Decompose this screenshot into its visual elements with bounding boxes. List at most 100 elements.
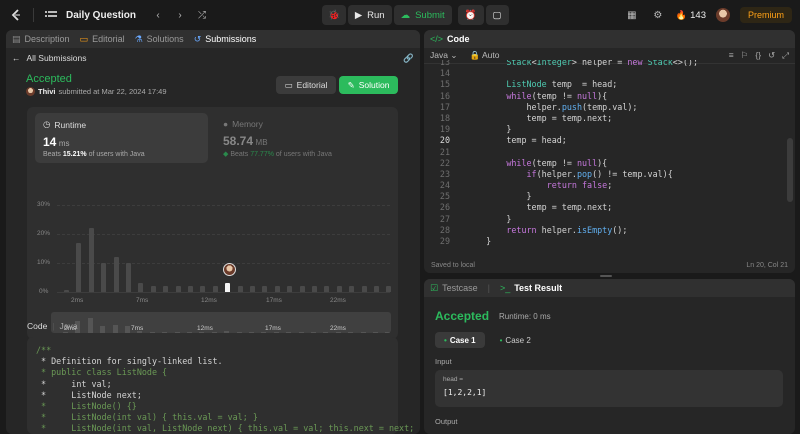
leetcode-logo-icon[interactable] (8, 7, 24, 23)
range-bar (373, 331, 378, 333)
code-text: return helper.isEmpty(); (506, 224, 628, 235)
memory-card[interactable]: ● Memory 58.74 MB ◆ Beats 77.77% of users… (217, 113, 390, 163)
chart-bar[interactable] (113, 257, 119, 292)
problem-list-title[interactable]: Daily Question (66, 10, 136, 21)
chart-bar[interactable] (274, 286, 280, 292)
chart-bar[interactable] (262, 286, 268, 292)
chart-bar[interactable] (250, 286, 255, 292)
next-problem-icon[interactable]: › (172, 5, 188, 25)
editor-line: 22 while(temp != null){ (424, 158, 795, 169)
x-tick-label: 12ms (201, 297, 217, 304)
tab-solutions[interactable]: ⚗ Solutions (135, 34, 184, 44)
submitter-avatar (26, 87, 35, 96)
auto-label: Auto (481, 50, 500, 60)
chart-bar[interactable] (324, 286, 330, 292)
code-label: Code (27, 321, 48, 331)
line-number: 23 (439, 168, 450, 179)
user-avatar[interactable] (715, 8, 730, 22)
prev-problem-icon[interactable]: ‹ (150, 5, 166, 25)
tab-test-result[interactable]: >_ Test Result (500, 283, 562, 293)
chart-bar[interactable] (287, 286, 293, 292)
lock-icon: 🔒 (469, 50, 481, 60)
chart-bar[interactable] (126, 263, 131, 292)
line-number: 26 (439, 202, 450, 213)
code-brackets-icon: </> (430, 34, 444, 44)
beats-suffix: of users with Java (88, 151, 145, 158)
chart-bar[interactable] (64, 290, 69, 292)
chart-bar[interactable] (336, 286, 342, 292)
chart-bar[interactable] (138, 283, 144, 292)
timer-icon[interactable]: ⏰ (457, 5, 484, 25)
editor-scrollbar[interactable] (787, 138, 793, 202)
notes-icon[interactable]: ▢ (485, 5, 509, 25)
editor-line: 18 temp = temp.next; (424, 113, 795, 124)
debug-button[interactable]: 🐞 (322, 5, 346, 25)
range-bar (298, 331, 304, 333)
runtime-label: Runtime (54, 119, 87, 130)
tab-description[interactable]: ▤ Description (12, 34, 70, 44)
chart-bar[interactable] (88, 228, 94, 292)
settings-gear-icon[interactable]: ⚙ (650, 5, 666, 25)
code-text: temp = head; (466, 135, 567, 146)
solution-button[interactable]: ✎ Solution (339, 76, 398, 94)
memory-beats: 77.77% (250, 151, 274, 158)
input-value: [1,2,2,1] (443, 388, 487, 397)
chart-bar[interactable] (150, 286, 156, 292)
runtime-value: 14 (43, 135, 57, 149)
chart-bar[interactable] (101, 263, 107, 292)
chart-bar[interactable] (76, 242, 82, 292)
editor-lines: 13 Stack<Integer> helper = new Stack<>()… (424, 60, 795, 247)
premium-button[interactable]: Premium (739, 7, 792, 23)
submitted-time: submitted at Mar 22, 2024 17:49 (58, 87, 167, 96)
chart-bar[interactable] (212, 286, 218, 292)
runtime-card[interactable]: ◷ Runtime 14 ms Beats 15.21% of users wit… (35, 113, 208, 163)
case-2-button[interactable]: • Case 2 (491, 332, 540, 348)
range-bar (249, 331, 254, 333)
streak-counter[interactable]: 🔥 143 (676, 10, 706, 21)
range-x-tick-label: 22ms (330, 325, 346, 332)
code-editor[interactable]: 13 Stack<Integer> helper = new Stack<>()… (424, 60, 795, 258)
chart-bar[interactable] (237, 286, 243, 292)
run-button[interactable]: ▶ Run (347, 5, 392, 25)
tab-testcase[interactable]: ☑ Testcase (430, 283, 478, 294)
beats-suffix: of users with Java (275, 151, 332, 158)
tab-code[interactable]: </> Code (430, 34, 470, 44)
all-submissions-link[interactable]: All Submissions (27, 53, 87, 63)
test-result-panel: ☑ Testcase | >_ Test Result Accepted Runti… (424, 279, 795, 434)
chart-bar[interactable] (200, 286, 206, 292)
range-x-tick-label: 12ms (197, 325, 213, 332)
back-arrow-icon[interactable]: ← (12, 53, 21, 63)
terminal-icon: >_ (499, 283, 511, 293)
chart-bar[interactable] (163, 286, 169, 292)
book-icon: ▭ (284, 79, 293, 90)
editor-status-bar: Saved to local Ln 20, Col 21 (424, 258, 795, 273)
chart-bar[interactable] (299, 286, 305, 292)
case-1-button[interactable]: • Case 1 (435, 332, 485, 348)
layout-icon[interactable]: ▦ (624, 5, 640, 25)
editor-line: 28 return helper.isEmpty(); (424, 225, 795, 236)
chart-bar[interactable] (374, 286, 379, 292)
editor-line: 21 (424, 147, 795, 158)
chart-bar[interactable] (312, 286, 317, 292)
submitter-name[interactable]: Thivi (38, 87, 56, 96)
chart-bar[interactable] (386, 286, 392, 292)
description-icon: ▤ (12, 33, 21, 44)
checkbox-icon: ☑ (430, 282, 439, 293)
tab-editorial[interactable]: ▭ Editorial (80, 34, 125, 44)
problem-list-icon[interactable] (43, 5, 59, 25)
chart-bar[interactable] (361, 286, 367, 292)
submit-button[interactable]: ☁ Submit (393, 5, 452, 25)
range-bar (63, 332, 68, 333)
chart-bar[interactable] (225, 283, 231, 292)
chart-bar[interactable] (188, 286, 193, 292)
panel-resize-handle[interactable] (600, 275, 612, 277)
range-bar (100, 326, 106, 333)
share-link-icon[interactable]: 🔗 (403, 53, 414, 64)
line-number: 18 (439, 112, 450, 123)
editorial-button[interactable]: ▭ Editorial (276, 76, 336, 94)
chart-bar[interactable] (175, 286, 181, 292)
line-number: 16 (439, 90, 450, 101)
shuffle-icon[interactable]: ⤮ (194, 5, 210, 25)
chart-bar[interactable] (349, 286, 355, 292)
tab-submissions[interactable]: ↺ Submissions (194, 34, 257, 44)
